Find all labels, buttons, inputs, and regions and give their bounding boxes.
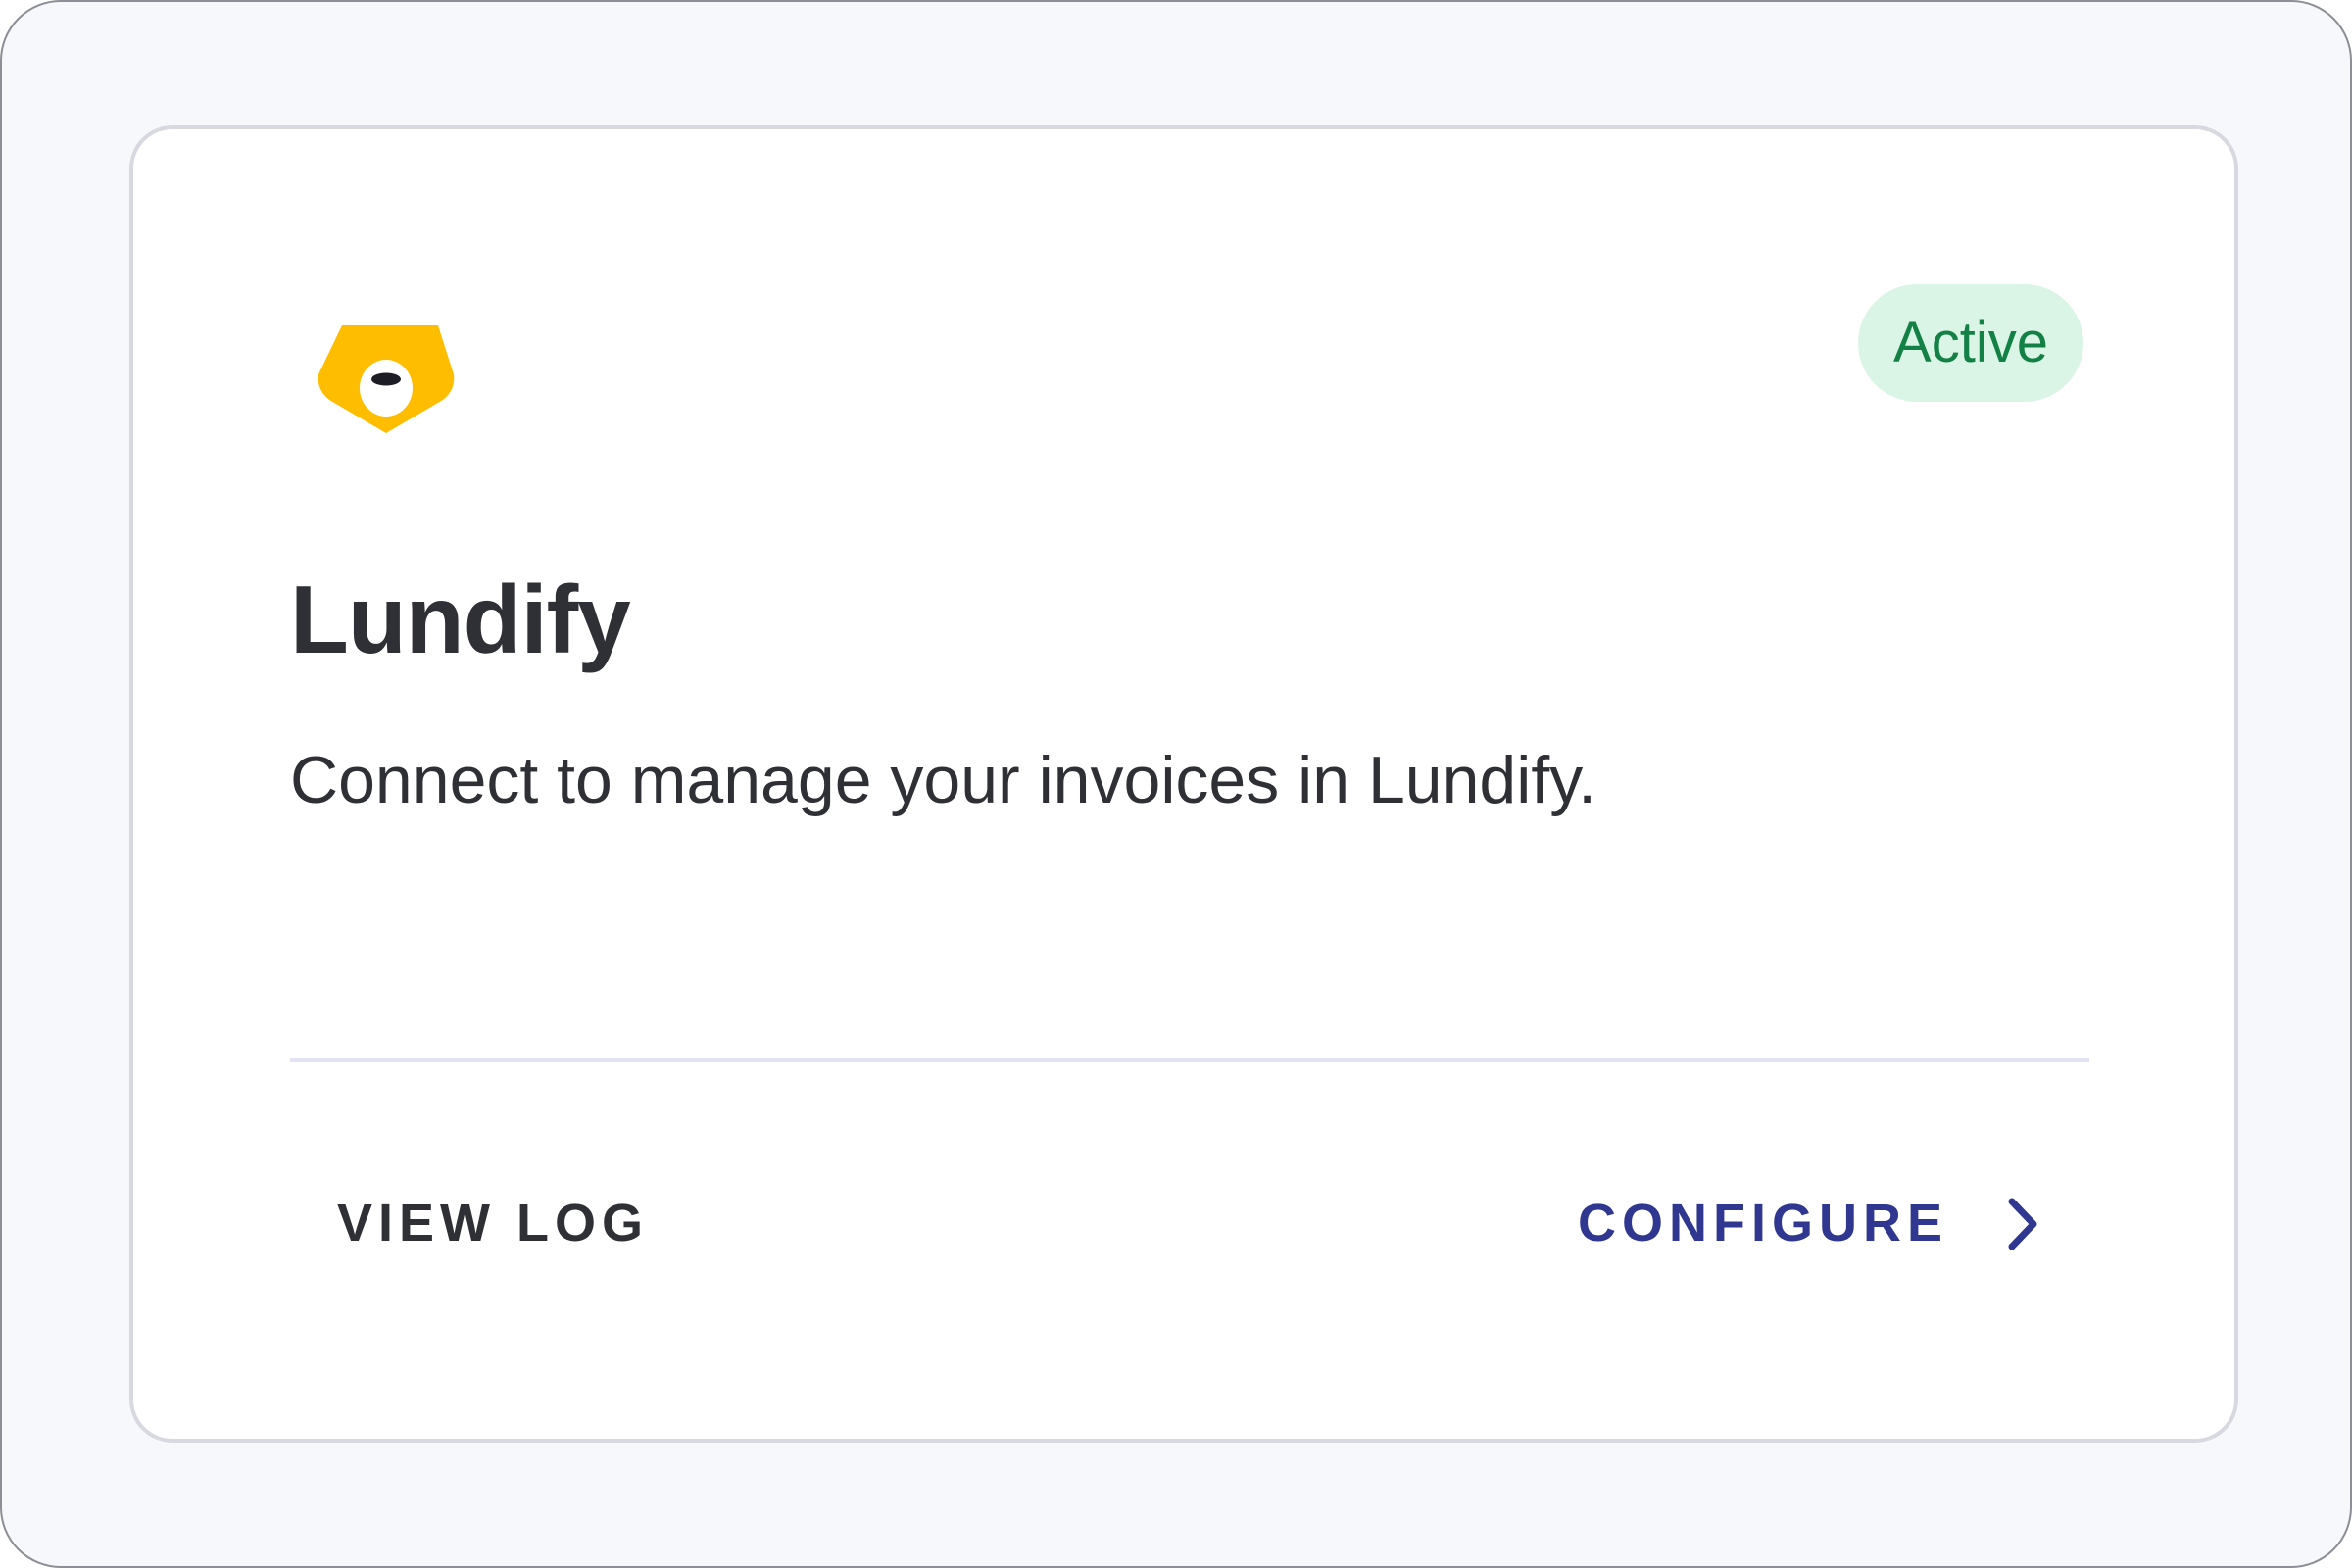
window-frame: Active Lundify Connect to manage your in… (0, 0, 2352, 1568)
status-badge: Active (1858, 284, 2083, 402)
configure-label: CONFIGURE (1578, 1194, 1948, 1252)
integration-card: Active Lundify Connect to manage your in… (129, 125, 2238, 1443)
view-log-label: VIEW LOG (337, 1194, 649, 1252)
integration-title: Lundify (290, 565, 631, 673)
integration-description: Connect to manage your invoices in Lundi… (290, 743, 1597, 817)
view-log-button[interactable]: VIEW LOG (337, 1174, 649, 1272)
lundify-logo-icon (318, 325, 455, 433)
card-divider (290, 1058, 2089, 1062)
chevron-right-icon (2008, 1198, 2037, 1250)
configure-button[interactable]: CONFIGURE (1578, 1174, 2042, 1272)
